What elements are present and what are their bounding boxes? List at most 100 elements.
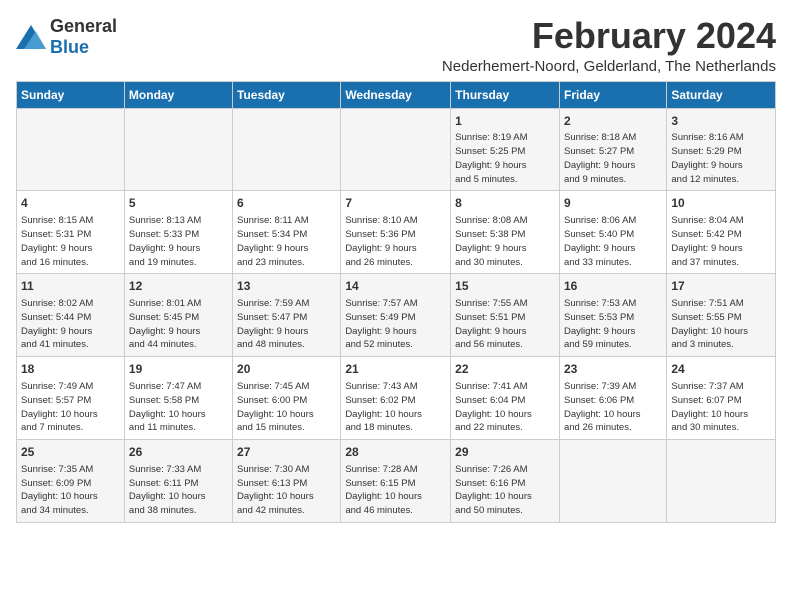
day-info: Sunrise: 8:01 AM Sunset: 5:45 PM Dayligh…	[129, 297, 228, 352]
day-number: 18	[21, 361, 120, 378]
day-number: 27	[237, 444, 336, 461]
day-number: 10	[671, 195, 771, 212]
day-cell: 4 Sunrise: 8:15 AM Sunset: 5:31 PM Daylig…	[17, 191, 125, 274]
day-info: Sunrise: 8:11 AM Sunset: 5:34 PM Dayligh…	[237, 214, 336, 269]
day-number: 15	[455, 278, 555, 295]
day-info: Sunrise: 7:55 AM Sunset: 5:51 PM Dayligh…	[455, 297, 555, 352]
day-cell: 25 Sunrise: 7:35 AM Sunset: 6:09 PM Dayli…	[17, 440, 125, 523]
logo-general: General	[50, 16, 117, 36]
month-title: February 2024	[442, 16, 776, 56]
day-cell: 24 Sunrise: 7:37 AM Sunset: 6:07 PM Dayli…	[667, 357, 776, 440]
day-cell	[341, 108, 451, 191]
day-cell: 19 Sunrise: 7:47 AM Sunset: 5:58 PM Dayli…	[124, 357, 232, 440]
week-row-4: 18 Sunrise: 7:49 AM Sunset: 5:57 PM Dayli…	[17, 357, 776, 440]
day-info: Sunrise: 8:19 AM Sunset: 5:25 PM Dayligh…	[455, 131, 555, 186]
day-cell: 21Sunrise: 7:43 AM Sunset: 6:02 PM Dayli…	[341, 357, 451, 440]
day-info: Sunrise: 7:57 AM Sunset: 5:49 PM Dayligh…	[345, 297, 446, 352]
day-info: Sunrise: 7:47 AM Sunset: 5:58 PM Dayligh…	[129, 380, 228, 435]
day-cell: 26 Sunrise: 7:33 AM Sunset: 6:11 PM Dayli…	[124, 440, 232, 523]
day-cell: 22 Sunrise: 7:41 AM Sunset: 6:04 PM Dayli…	[451, 357, 560, 440]
day-number: 22	[455, 361, 555, 378]
day-cell: 13 Sunrise: 7:59 AM Sunset: 5:47 PM Dayli…	[233, 274, 341, 357]
day-cell: 5Sunrise: 8:13 AM Sunset: 5:33 PM Daylig…	[124, 191, 232, 274]
day-cell	[559, 440, 666, 523]
day-number: 28	[345, 444, 446, 461]
day-cell: 2Sunrise: 8:18 AM Sunset: 5:27 PM Daylig…	[559, 108, 666, 191]
day-info: Sunrise: 7:35 AM Sunset: 6:09 PM Dayligh…	[21, 463, 120, 518]
day-cell: 12 Sunrise: 8:01 AM Sunset: 5:45 PM Dayli…	[124, 274, 232, 357]
day-cell: 20Sunrise: 7:45 AM Sunset: 6:00 PM Dayli…	[233, 357, 341, 440]
week-row-5: 25 Sunrise: 7:35 AM Sunset: 6:09 PM Dayli…	[17, 440, 776, 523]
day-number: 25	[21, 444, 120, 461]
day-cell: 10 Sunrise: 8:04 AM Sunset: 5:42 PM Dayli…	[667, 191, 776, 274]
day-cell: 23Sunrise: 7:39 AM Sunset: 6:06 PM Dayli…	[559, 357, 666, 440]
day-info: Sunrise: 8:13 AM Sunset: 5:33 PM Dayligh…	[129, 214, 228, 269]
day-info: Sunrise: 8:15 AM Sunset: 5:31 PM Dayligh…	[21, 214, 120, 269]
day-number: 19	[129, 361, 228, 378]
day-info: Sunrise: 7:30 AM Sunset: 6:13 PM Dayligh…	[237, 463, 336, 518]
day-header-thursday: Thursday	[451, 81, 560, 108]
day-info: Sunrise: 8:04 AM Sunset: 5:42 PM Dayligh…	[671, 214, 771, 269]
title-area: February 2024 Nederhemert-Noord, Gelderl…	[442, 16, 776, 75]
day-number: 14	[345, 278, 446, 295]
day-cell: 16Sunrise: 7:53 AM Sunset: 5:53 PM Dayli…	[559, 274, 666, 357]
calendar-table: SundayMondayTuesdayWednesdayThursdayFrid…	[16, 81, 776, 523]
day-cell: 18 Sunrise: 7:49 AM Sunset: 5:57 PM Dayli…	[17, 357, 125, 440]
day-info: Sunrise: 8:08 AM Sunset: 5:38 PM Dayligh…	[455, 214, 555, 269]
days-header-row: SundayMondayTuesdayWednesdayThursdayFrid…	[17, 81, 776, 108]
day-info: Sunrise: 7:51 AM Sunset: 5:55 PM Dayligh…	[671, 297, 771, 352]
day-info: Sunrise: 7:49 AM Sunset: 5:57 PM Dayligh…	[21, 380, 120, 435]
day-cell: 8Sunrise: 8:08 AM Sunset: 5:38 PM Daylig…	[451, 191, 560, 274]
day-cell: 3Sunrise: 8:16 AM Sunset: 5:29 PM Daylig…	[667, 108, 776, 191]
day-number: 4	[21, 195, 120, 212]
day-header-tuesday: Tuesday	[233, 81, 341, 108]
day-number: 24	[671, 361, 771, 378]
day-info: Sunrise: 8:16 AM Sunset: 5:29 PM Dayligh…	[671, 131, 771, 186]
day-number: 26	[129, 444, 228, 461]
day-cell: 14 Sunrise: 7:57 AM Sunset: 5:49 PM Dayli…	[341, 274, 451, 357]
day-number: 20	[237, 361, 336, 378]
day-cell: 15 Sunrise: 7:55 AM Sunset: 5:51 PM Dayli…	[451, 274, 560, 357]
week-row-2: 4 Sunrise: 8:15 AM Sunset: 5:31 PM Daylig…	[17, 191, 776, 274]
day-number: 12	[129, 278, 228, 295]
header: General Blue February 2024 Nederhemert-N…	[16, 16, 776, 75]
week-row-1: 1Sunrise: 8:19 AM Sunset: 5:25 PM Daylig…	[17, 108, 776, 191]
logo: General Blue	[16, 16, 117, 58]
day-cell: 1Sunrise: 8:19 AM Sunset: 5:25 PM Daylig…	[451, 108, 560, 191]
day-info: Sunrise: 7:37 AM Sunset: 6:07 PM Dayligh…	[671, 380, 771, 435]
day-info: Sunrise: 7:28 AM Sunset: 6:15 PM Dayligh…	[345, 463, 446, 518]
day-number: 23	[564, 361, 662, 378]
day-info: Sunrise: 7:59 AM Sunset: 5:47 PM Dayligh…	[237, 297, 336, 352]
subtitle: Nederhemert-Noord, Gelderland, The Nethe…	[442, 58, 776, 75]
day-number: 2	[564, 113, 662, 130]
day-info: Sunrise: 8:10 AM Sunset: 5:36 PM Dayligh…	[345, 214, 446, 269]
day-number: 21	[345, 361, 446, 378]
day-number: 13	[237, 278, 336, 295]
day-number: 1	[455, 113, 555, 130]
day-cell	[17, 108, 125, 191]
logo-icon	[16, 25, 46, 49]
day-header-monday: Monday	[124, 81, 232, 108]
day-cell	[233, 108, 341, 191]
day-number: 7	[345, 195, 446, 212]
day-cell	[667, 440, 776, 523]
day-info: Sunrise: 7:41 AM Sunset: 6:04 PM Dayligh…	[455, 380, 555, 435]
day-number: 11	[21, 278, 120, 295]
day-number: 17	[671, 278, 771, 295]
day-info: Sunrise: 7:33 AM Sunset: 6:11 PM Dayligh…	[129, 463, 228, 518]
day-cell: 17 Sunrise: 7:51 AM Sunset: 5:55 PM Dayli…	[667, 274, 776, 357]
day-info: Sunrise: 7:26 AM Sunset: 6:16 PM Dayligh…	[455, 463, 555, 518]
day-info: Sunrise: 8:18 AM Sunset: 5:27 PM Dayligh…	[564, 131, 662, 186]
day-header-friday: Friday	[559, 81, 666, 108]
day-number: 16	[564, 278, 662, 295]
day-cell: 29 Sunrise: 7:26 AM Sunset: 6:16 PM Dayli…	[451, 440, 560, 523]
day-header-wednesday: Wednesday	[341, 81, 451, 108]
week-row-3: 11Sunrise: 8:02 AM Sunset: 5:44 PM Dayli…	[17, 274, 776, 357]
day-number: 6	[237, 195, 336, 212]
day-cell: 28 Sunrise: 7:28 AM Sunset: 6:15 PM Dayli…	[341, 440, 451, 523]
logo-blue: Blue	[50, 37, 89, 57]
day-cell: 9Sunrise: 8:06 AM Sunset: 5:40 PM Daylig…	[559, 191, 666, 274]
day-number: 9	[564, 195, 662, 212]
day-cell: 7 Sunrise: 8:10 AM Sunset: 5:36 PM Daylig…	[341, 191, 451, 274]
day-number: 29	[455, 444, 555, 461]
